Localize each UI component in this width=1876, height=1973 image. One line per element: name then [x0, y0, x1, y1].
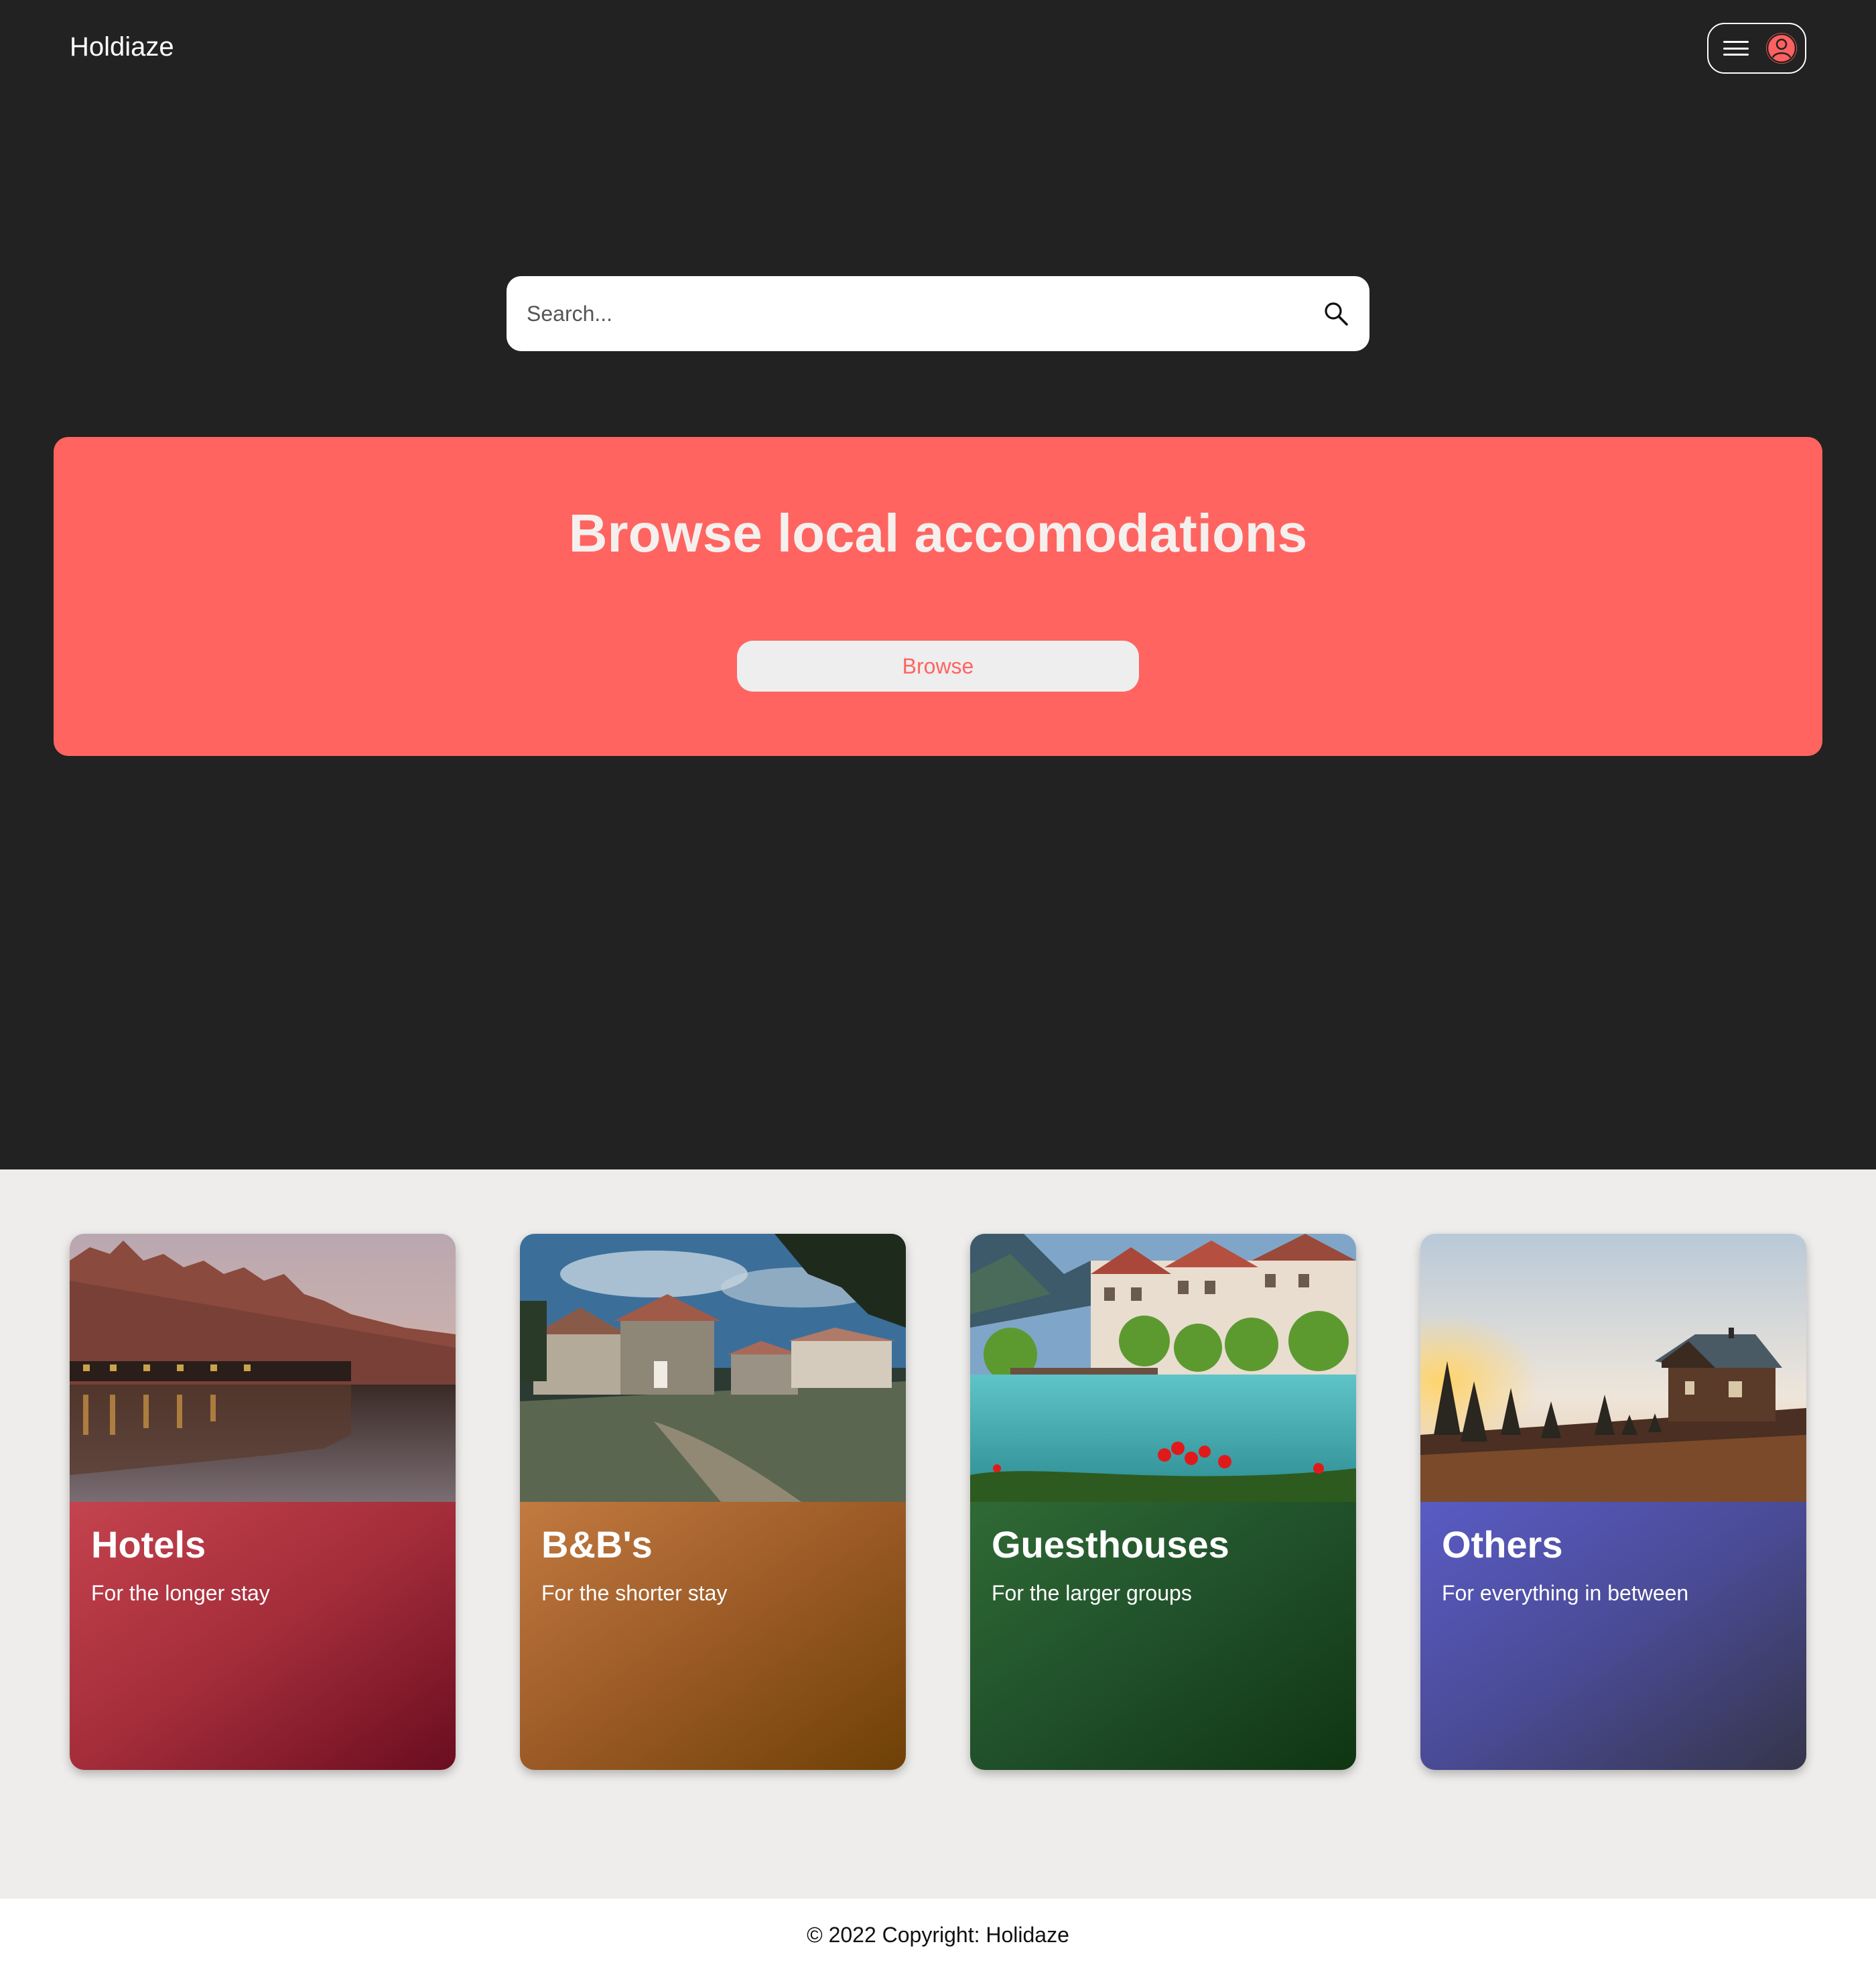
guesthouses-image [970, 1234, 1356, 1502]
user-menu-button[interactable] [1707, 23, 1806, 74]
category-card-bnbs[interactable]: B&B's For the shorter stay [520, 1234, 906, 1770]
category-title: B&B's [541, 1523, 653, 1566]
category-title: Others [1442, 1523, 1563, 1566]
hotels-image [70, 1234, 456, 1502]
hero-banner: Browse local accomodations Browse [54, 437, 1822, 756]
category-card-body: B&B's For the shorter stay [520, 1502, 906, 1770]
hero-title: Browse local accomodations [568, 503, 1308, 563]
category-card-body: Guesthouses For the larger groups [970, 1502, 1356, 1770]
categories-section: Hotels For the longer stay B&B's For the… [0, 1169, 1876, 1899]
search-input[interactable] [527, 276, 1297, 351]
others-image [1420, 1234, 1806, 1502]
footer: © 2022 Copyright: Holidaze [0, 1899, 1876, 1973]
category-card-others[interactable]: Others For everything in between [1420, 1234, 1806, 1770]
category-subtitle: For the longer stay [91, 1581, 270, 1605]
category-card-body: Others For everything in between [1420, 1502, 1806, 1770]
brand-logo[interactable]: Holdiaze [70, 29, 174, 64]
hamburger-icon [1723, 38, 1749, 58]
search-icon[interactable] [1323, 300, 1349, 327]
category-subtitle: For the shorter stay [541, 1581, 728, 1605]
category-card-hotels[interactable]: Hotels For the longer stay [70, 1234, 456, 1770]
category-subtitle: For the larger groups [992, 1581, 1192, 1605]
browse-button[interactable]: Browse [737, 641, 1139, 692]
copyright-text: © 2022 Copyright: Holidaze [807, 1923, 1069, 1947]
category-card-body: Hotels For the longer stay [70, 1502, 456, 1770]
header: Holdiaze Browse local accomodations Brow… [0, 0, 1876, 1169]
user-icon [1766, 33, 1797, 64]
category-card-guesthouses[interactable]: Guesthouses For the larger groups [970, 1234, 1356, 1770]
category-title: Guesthouses [992, 1523, 1229, 1566]
category-subtitle: For everything in between [1442, 1581, 1689, 1605]
category-title: Hotels [91, 1523, 206, 1566]
bnbs-image [520, 1234, 906, 1502]
search-bar [507, 276, 1369, 351]
